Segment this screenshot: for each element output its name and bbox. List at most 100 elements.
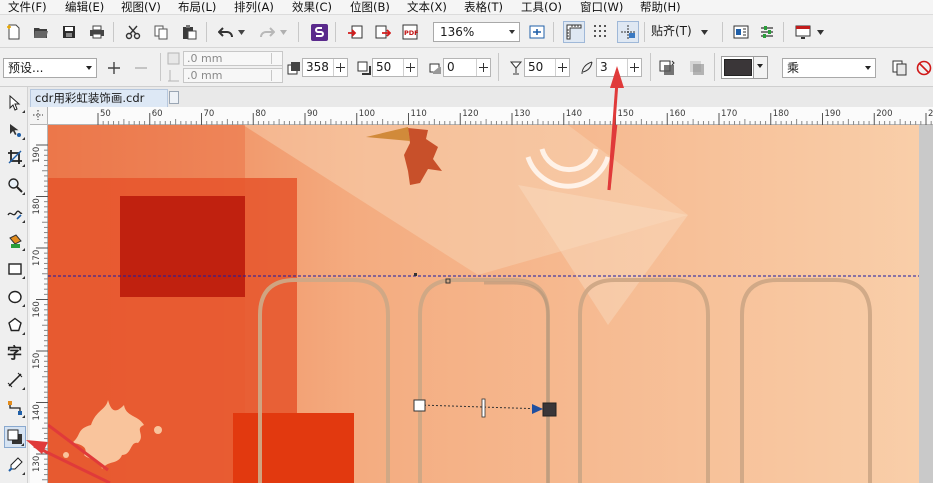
- shape-tool-icon[interactable]: [4, 119, 26, 141]
- show-rulers-icon[interactable]: [563, 21, 585, 43]
- drawing-canvas[interactable]: [48, 125, 933, 483]
- feather-edges-icon[interactable]: [686, 57, 708, 79]
- horizontal-ruler[interactable]: 50 60 70 80 90 100 110 120 130 140 150 160 170 180 190…: [48, 107, 933, 125]
- new-document-icon[interactable]: [4, 22, 24, 42]
- shadow-opacity-value: 50: [528, 60, 544, 74]
- open-folder-icon[interactable]: [31, 22, 51, 42]
- toolbar-separator: [160, 53, 161, 81]
- zoom-level-dropdown[interactable]: 136%: [433, 22, 520, 42]
- drop-shadow-tool-icon[interactable]: [4, 426, 26, 448]
- launcher-dropdown-icon[interactable]: [815, 22, 825, 42]
- copy-shadow-properties-icon[interactable]: [890, 58, 910, 78]
- text-tool-icon[interactable]: 字: [4, 341, 26, 363]
- flyout-corner-icon: [22, 304, 25, 307]
- pick-tool-icon[interactable]: [4, 92, 26, 114]
- remove-preset-icon[interactable]: [131, 58, 151, 78]
- menu-edit[interactable]: 编辑(E): [65, 0, 104, 15]
- menu-arrange[interactable]: 排列(A): [234, 0, 274, 15]
- zoom-tool-icon[interactable]: [4, 174, 26, 196]
- export-icon[interactable]: [373, 22, 393, 42]
- menu-window[interactable]: 窗口(W): [580, 0, 623, 15]
- undo-icon[interactable]: [216, 22, 236, 42]
- clear-shadow-icon[interactable]: [915, 58, 933, 78]
- connector-tool-icon[interactable]: [4, 397, 26, 419]
- menu-file[interactable]: 文件(F): [8, 0, 47, 15]
- welcome-screen-icon[interactable]: [731, 22, 751, 42]
- feather-direction-icon[interactable]: [656, 57, 678, 79]
- shadow-stretch-input[interactable]: 50: [372, 58, 418, 77]
- redo-dropdown-icon[interactable]: [278, 22, 288, 42]
- spinner-icon: [271, 70, 281, 81]
- shadow-opacity-input[interactable]: 50: [524, 58, 570, 77]
- dark-red-square[interactable]: [120, 196, 245, 297]
- copy-icon[interactable]: [151, 22, 171, 42]
- vertical-ruler[interactable]: 190 180 170 160 150 140 130: [30, 125, 48, 483]
- full-screen-preview-icon[interactable]: [527, 22, 547, 42]
- shadow-color-picker[interactable]: [721, 56, 768, 79]
- undo-dropdown-icon[interactable]: [236, 22, 246, 42]
- menu-table[interactable]: 表格(T): [464, 0, 503, 15]
- menu-effects[interactable]: 效果(C): [292, 0, 332, 15]
- menu-bitmaps[interactable]: 位图(B): [350, 0, 390, 15]
- paint-drop[interactable]: [154, 426, 162, 434]
- blend-mode-dropdown[interactable]: 乘: [782, 58, 876, 78]
- preset-dropdown[interactable]: 预设...: [3, 58, 97, 78]
- shadow-fade-input[interactable]: 0: [443, 58, 491, 77]
- application-launcher-icon[interactable]: [793, 22, 813, 42]
- document-tab[interactable]: cdr用彩虹装饰画.cdr: [30, 89, 168, 107]
- shadow-angle-input[interactable]: 358: [302, 58, 348, 77]
- eyedropper-tool-icon[interactable]: [4, 454, 26, 476]
- spinner-icon: [271, 53, 281, 64]
- polygon-tool-icon[interactable]: [4, 314, 26, 336]
- svg-text:字: 字: [7, 344, 22, 361]
- parallel-dimension-tool-icon[interactable]: [4, 369, 26, 391]
- selection-handle[interactable]: [414, 273, 417, 276]
- paste-icon[interactable]: [179, 22, 199, 42]
- show-grid-icon[interactable]: [591, 22, 611, 42]
- toolbar-separator: [644, 22, 645, 42]
- add-preset-icon[interactable]: [104, 58, 124, 78]
- ruler-origin[interactable]: [30, 107, 48, 125]
- show-guidelines-icon[interactable]: [617, 21, 639, 43]
- freehand-tool-icon[interactable]: [4, 202, 26, 224]
- publish-pdf-icon[interactable]: PDF: [401, 22, 421, 42]
- menu-help[interactable]: 帮助(H): [640, 0, 681, 15]
- new-tab-icon[interactable]: [169, 91, 179, 104]
- menu-tools[interactable]: 工具(O): [521, 0, 562, 15]
- chevron-down-icon: [757, 64, 763, 68]
- print-icon[interactable]: [87, 22, 107, 42]
- corel-connect-icon[interactable]: [309, 22, 329, 42]
- color-dropdown-button[interactable]: [753, 57, 767, 78]
- toolbar-separator: [650, 53, 651, 81]
- snap-to-dropdown[interactable]: 贴齐(T): [651, 23, 708, 39]
- flyout-corner-icon: [22, 110, 25, 113]
- shadow-offset-x-input[interactable]: .0 mm: [183, 51, 283, 66]
- redo-icon[interactable]: [257, 22, 277, 42]
- shadow-offset-x-value: .0 mm: [187, 52, 223, 65]
- options-icon[interactable]: [757, 22, 777, 42]
- shadow-opacity-icon: [506, 58, 526, 78]
- offset-y-icon: [165, 67, 181, 83]
- blend-mode-value: 乘: [787, 61, 800, 75]
- shadow-feather-input[interactable]: 3: [596, 58, 642, 77]
- import-icon[interactable]: [345, 22, 365, 42]
- shadow-opacity-handle[interactable]: [481, 398, 486, 418]
- ellipse-tool-icon[interactable]: [4, 286, 26, 308]
- save-icon[interactable]: [59, 22, 79, 42]
- cut-icon[interactable]: [123, 22, 143, 42]
- smart-fill-tool-icon[interactable]: [4, 230, 26, 252]
- ruler-tick-label: 100: [359, 109, 375, 119]
- crop-tool-icon[interactable]: [4, 146, 26, 168]
- toolbar-separator: [498, 53, 499, 81]
- shadow-end-handle[interactable]: [542, 402, 557, 417]
- toolbar-separator: [282, 53, 283, 81]
- red-block[interactable]: [233, 413, 354, 483]
- paint-drop[interactable]: [63, 452, 69, 458]
- shadow-offset-y-input[interactable]: .0 mm: [183, 68, 283, 83]
- menu-text[interactable]: 文本(X): [407, 0, 447, 15]
- spinner-icon: [476, 59, 490, 76]
- menu-layout[interactable]: 布局(L): [178, 0, 216, 15]
- rectangle-tool-icon[interactable]: [4, 258, 26, 280]
- menu-view[interactable]: 视图(V): [121, 0, 161, 15]
- shadow-start-handle[interactable]: [413, 399, 426, 412]
